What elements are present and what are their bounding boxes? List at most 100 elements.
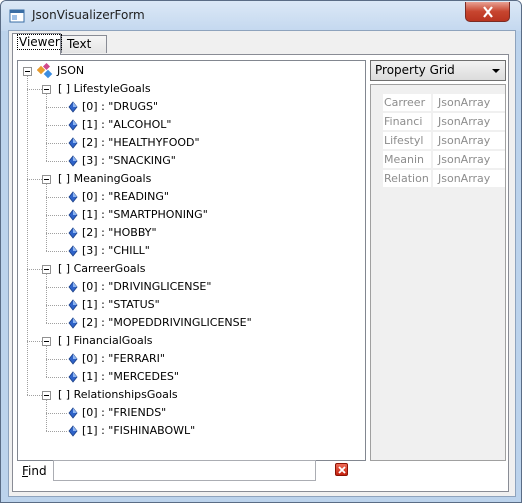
app-icon xyxy=(9,9,25,23)
tree-node-item[interactable]: [1] : "FISHINABOWL" xyxy=(18,423,358,439)
property-value[interactable]: JsonArray xyxy=(432,94,505,112)
expand-collapse-toggle[interactable] xyxy=(42,391,51,400)
tree-node-item[interactable]: [0] : "FERRARI" xyxy=(18,351,358,367)
property-name: Lifestyl xyxy=(383,132,431,150)
tree-node-item[interactable]: [2] : "HOBBY" xyxy=(18,225,358,241)
property-row-margin xyxy=(371,113,383,132)
tree-node-item[interactable]: [3] : "CHILL" xyxy=(18,243,358,259)
tree-node-label: [1] : "STATUS" xyxy=(82,298,160,311)
property-value[interactable]: JsonArray xyxy=(432,113,505,131)
red-x-clear-icon xyxy=(338,466,346,474)
tree-node-label: [3] : "CHILL" xyxy=(82,244,150,257)
expand-collapse-toggle[interactable] xyxy=(42,337,51,346)
tree-node-group[interactable]: [ ] LifestyleGoals xyxy=(18,81,358,97)
tree-node-label: [0] : "FERRARI" xyxy=(82,352,165,365)
property-row-margin xyxy=(371,132,383,151)
blue-gem-icon xyxy=(68,281,78,293)
property-row[interactable]: Meanin JsonArray xyxy=(371,151,505,170)
property-grid-selector[interactable]: Property Grid xyxy=(370,60,506,81)
tree-node-item[interactable]: [0] : "DRUGS" xyxy=(18,99,358,115)
window-title: JsonVisualizerForm xyxy=(32,8,145,22)
blue-gem-icon xyxy=(68,191,78,203)
property-name: Carreer xyxy=(383,94,431,112)
json-tree-view[interactable]: JSON [ ] LifestyleGoals [0] : "DRUGS" [1] :… xyxy=(17,60,366,461)
tree-connector-line xyxy=(27,76,28,395)
tree-node-label: [2] : "HEALTHYFOOD" xyxy=(82,136,200,149)
tree-node-group[interactable]: [ ] FinancialGoals xyxy=(18,333,358,349)
blue-gem-icon xyxy=(68,425,78,437)
tree-node-item[interactable]: [0] : "DRIVINGLICENSE" xyxy=(18,279,358,295)
tree-node-group[interactable]: [ ] RelationshipsGoals xyxy=(18,387,358,403)
tree-node-group[interactable]: [ ] CarreerGoals xyxy=(18,261,358,277)
tree-node-label: [ ] CarreerGoals xyxy=(58,262,146,275)
blue-gem-icon xyxy=(68,245,78,257)
tree-node-item[interactable]: [0] : "FRIENDS" xyxy=(18,405,358,421)
blue-gem-icon xyxy=(68,137,78,149)
tab-viewer-label: Viewer xyxy=(17,34,62,50)
blue-gem-icon xyxy=(68,407,78,419)
tree-node-item[interactable]: [1] : "ALCOHOL" xyxy=(18,117,358,133)
json-root-icon xyxy=(37,63,53,79)
tab-text-label: Text xyxy=(67,37,92,51)
tree-node-label: [1] : "FISHINABOWL" xyxy=(82,424,196,437)
tree-node-item[interactable]: [1] : "MERCEDES" xyxy=(18,369,358,385)
find-input[interactable] xyxy=(53,460,316,481)
property-row[interactable]: Carreer JsonArray xyxy=(371,94,505,113)
tree-node-item[interactable]: [3] : "SNACKING" xyxy=(18,153,358,169)
client-area: Viewer Text JSON [ ] LifestyleGoals [0] : … xyxy=(8,30,516,497)
tree-node-label: [2] : "HOBBY" xyxy=(82,226,157,239)
tree-node-label: [ ] LifestyleGoals xyxy=(58,82,151,95)
close-button[interactable] xyxy=(465,2,510,22)
blue-gem-icon xyxy=(68,371,78,383)
tree-node-label: [ ] RelationshipsGoals xyxy=(58,388,178,401)
tree-node-item[interactable]: [1] : "SMARTPHONING" xyxy=(18,207,358,223)
tree-node-root[interactable]: JSON xyxy=(18,63,358,79)
property-row[interactable]: Financi JsonArray xyxy=(371,113,505,132)
tab-viewer[interactable]: Viewer xyxy=(12,33,62,55)
tree-connector-line xyxy=(46,400,47,431)
tree-node-label: JSON xyxy=(57,64,85,77)
blue-gem-icon xyxy=(68,317,78,329)
tree-node-label: [1] : "MERCEDES" xyxy=(82,370,179,383)
tree-node-item[interactable]: [1] : "STATUS" xyxy=(18,297,358,313)
property-row-margin xyxy=(371,151,383,170)
main-window: JsonVisualizerForm Viewer Text JSON [ ] L… xyxy=(0,0,522,503)
property-row-margin xyxy=(371,94,383,113)
chevron-down-icon xyxy=(492,69,500,73)
expand-collapse-toggle[interactable] xyxy=(42,175,51,184)
blue-gem-icon xyxy=(68,299,78,311)
blue-gem-icon xyxy=(68,353,78,365)
tree-node-group[interactable]: [ ] MeaningGoals xyxy=(18,171,358,187)
title-bar[interactable]: JsonVisualizerForm xyxy=(1,1,521,31)
clear-find-button[interactable] xyxy=(335,463,348,476)
property-row[interactable]: Lifestyl JsonArray xyxy=(371,132,505,151)
tree-node-label: [2] : "MOPEDDRIVINGLICENSE" xyxy=(82,316,252,329)
close-icon xyxy=(483,6,493,18)
blue-gem-icon xyxy=(68,227,78,239)
property-row[interactable]: Relation JsonArray xyxy=(371,170,505,189)
blue-gem-icon xyxy=(68,155,78,167)
tree-node-item[interactable]: [0] : "READING" xyxy=(18,189,358,205)
property-name: Relation xyxy=(383,170,431,188)
expand-collapse-toggle[interactable] xyxy=(23,67,32,76)
blue-gem-icon xyxy=(68,209,78,221)
property-name: Meanin xyxy=(383,151,431,169)
tree-node-label: [0] : "READING" xyxy=(82,190,169,203)
tab-text[interactable]: Text xyxy=(61,35,107,53)
tree-node-item[interactable]: [2] : "MOPEDDRIVINGLICENSE" xyxy=(18,315,358,331)
property-grid[interactable]: Carreer JsonArray Financi JsonArray Lifestyl… xyxy=(370,84,506,461)
tree-connector-line xyxy=(46,346,47,377)
tree-node-label: [ ] MeaningGoals xyxy=(58,172,152,185)
property-value[interactable]: JsonArray xyxy=(432,151,505,169)
tree-node-label: [1] : "SMARTPHONING" xyxy=(82,208,208,221)
expand-collapse-toggle[interactable] xyxy=(42,265,51,274)
blue-gem-icon xyxy=(68,119,78,131)
tree-node-item[interactable]: [2] : "HEALTHYFOOD" xyxy=(18,135,358,151)
property-value[interactable]: JsonArray xyxy=(432,170,505,188)
tree-connector-line xyxy=(46,94,47,161)
property-row-margin xyxy=(371,170,383,189)
property-value[interactable]: JsonArray xyxy=(432,132,505,150)
expand-collapse-toggle[interactable] xyxy=(42,85,51,94)
tree-node-label: [0] : "DRIVINGLICENSE" xyxy=(82,280,212,293)
tree-connector-line xyxy=(46,274,47,323)
